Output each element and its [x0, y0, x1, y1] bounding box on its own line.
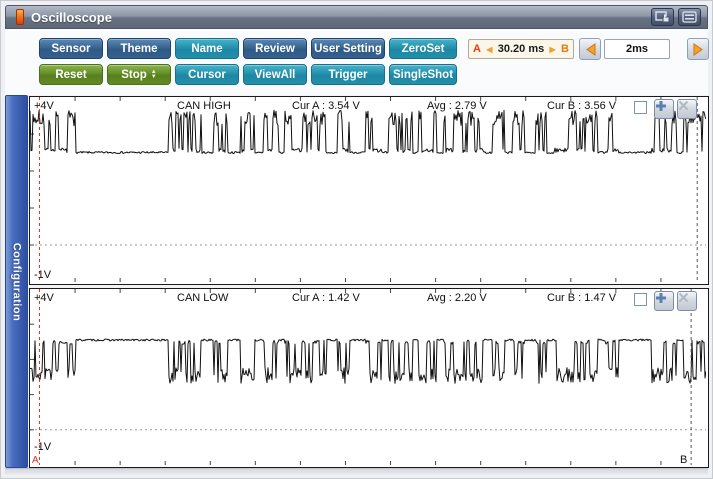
configuration-tab-label: Configuration	[10, 242, 23, 321]
layout-icon	[655, 11, 670, 23]
ch1-avg-value: Avg : 2.79 V	[427, 100, 487, 112]
window-title: Oscilloscope	[31, 9, 112, 25]
ch1-checkbox[interactable]	[634, 101, 647, 114]
channel-1-panel: +4V CAN HIGH Cur A : 3.54 V Avg : 2.79 V…	[29, 96, 709, 285]
ch2-vmin-label: -1V	[34, 441, 52, 453]
ch2-avg-value: Avg : 2.20 V	[427, 292, 487, 304]
close-icon	[678, 100, 689, 111]
cursor-ab-value: 30.20 ms	[497, 43, 545, 55]
trigger-button[interactable]: Trigger	[311, 64, 385, 85]
channel-2-panel: +4V CAN LOW Cur A : 1.42 V Avg : 2.20 V …	[29, 288, 709, 468]
window-layout-button[interactable]	[651, 8, 674, 26]
ch2-name-label: CAN LOW	[177, 292, 229, 304]
zeroset-button[interactable]: ZeroSet	[389, 38, 457, 59]
left-triangle-icon: ◀	[486, 44, 493, 54]
ch2-close-button[interactable]	[677, 291, 697, 311]
cursor-button[interactable]: Cursor	[175, 64, 239, 85]
minimize-lines-icon	[682, 11, 697, 23]
timebase-value[interactable]: 2ms	[604, 39, 670, 59]
ch2-checkbox[interactable]	[634, 293, 647, 306]
viewall-button[interactable]: ViewAll	[243, 64, 307, 85]
window-controls	[651, 8, 701, 26]
reset-button[interactable]: Reset	[39, 64, 103, 85]
timebase-decrease-button[interactable]	[579, 38, 601, 60]
channel-1-waveform[interactable]	[30, 97, 706, 282]
oscilloscope-window: Oscilloscope Sensor Theme Name Review Us…	[0, 0, 713, 479]
cursor-a-label: A	[473, 43, 481, 55]
ch1-cur-b-value: Cur B : 3.56 V	[547, 100, 617, 112]
close-icon	[678, 292, 689, 303]
right-arrow-icon	[693, 42, 703, 56]
channel-2-waveform[interactable]	[30, 289, 706, 465]
ch1-cur-a-value: Cur A : 3.54 V	[292, 100, 360, 112]
stop-spinner-icon: ▲ ▼	[150, 68, 157, 80]
user-setting-button[interactable]: User Setting	[311, 38, 385, 59]
title-bar: Oscilloscope	[5, 5, 708, 29]
cursor-a-marker[interactable]: A	[32, 455, 39, 466]
cursor-ab-readout: A ◀ 30.20 ms ▶ B	[468, 39, 574, 59]
right-triangle-icon: ▶	[549, 44, 556, 54]
ch1-close-button[interactable]	[677, 99, 697, 119]
app-icon	[16, 9, 24, 25]
cursor-b-marker[interactable]: B	[680, 454, 687, 466]
left-arrow-icon	[585, 42, 595, 56]
plus-icon	[656, 293, 666, 303]
configuration-tab[interactable]: Configuration	[5, 95, 28, 468]
cursor-b-label: B	[561, 43, 569, 55]
window-minimize-button[interactable]	[678, 8, 701, 26]
ch1-vmax-label: +4V	[34, 100, 54, 112]
ch2-add-button[interactable]	[654, 291, 674, 311]
review-button[interactable]: Review	[243, 38, 307, 59]
ch1-vmin-label: -1V	[34, 269, 52, 281]
name-button[interactable]: Name	[175, 38, 239, 59]
sensor-button[interactable]: Sensor	[39, 38, 103, 59]
toolbar: Sensor Theme Name Review User Setting Ze…	[5, 29, 709, 95]
plus-icon	[656, 101, 666, 111]
theme-button[interactable]: Theme	[107, 38, 171, 59]
ch2-vmax-label: +4V	[34, 292, 54, 304]
ch2-cur-a-value: Cur A : 1.42 V	[292, 292, 360, 304]
ch2-cur-b-value: Cur B : 1.47 V	[547, 292, 617, 304]
ch1-add-button[interactable]	[654, 99, 674, 119]
timebase-increase-button[interactable]	[687, 38, 709, 60]
ch1-name-label: CAN HIGH	[177, 100, 231, 112]
stop-button[interactable]: Stop ▲ ▼	[107, 64, 171, 85]
window-bottom-frame	[5, 468, 708, 474]
singleshot-button[interactable]: SingleShot	[389, 64, 457, 85]
